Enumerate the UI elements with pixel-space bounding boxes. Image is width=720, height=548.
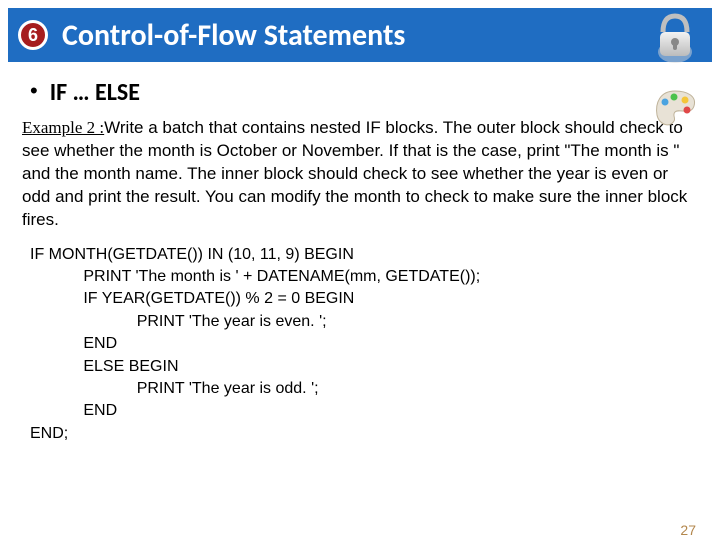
- example-label: Example 2 :: [22, 118, 104, 137]
- bullet: •: [30, 78, 38, 104]
- example-body: Write a batch that contains nested IF bl…: [22, 118, 687, 229]
- palette-icon: [652, 88, 698, 135]
- page-number: 27: [680, 522, 696, 538]
- chapter-badge: 6: [18, 20, 48, 50]
- example-paragraph: Example 2 :Write a batch that contains n…: [22, 117, 698, 232]
- subheading: IF … ELSE: [50, 78, 140, 107]
- subheading-row: • IF … ELSE: [22, 78, 698, 107]
- chapter-number: 6: [28, 25, 38, 46]
- header-bar: 6 Control-of-Flow Statements: [8, 8, 712, 62]
- lock-icon: [652, 12, 698, 69]
- content-area: • IF … ELSE Example 2 :Write a batch tha…: [0, 62, 720, 445]
- code-block: IF MONTH(GETDATE()) IN (10, 11, 9) BEGIN…: [22, 244, 698, 446]
- page-title: Control-of-Flow Statements: [62, 17, 405, 54]
